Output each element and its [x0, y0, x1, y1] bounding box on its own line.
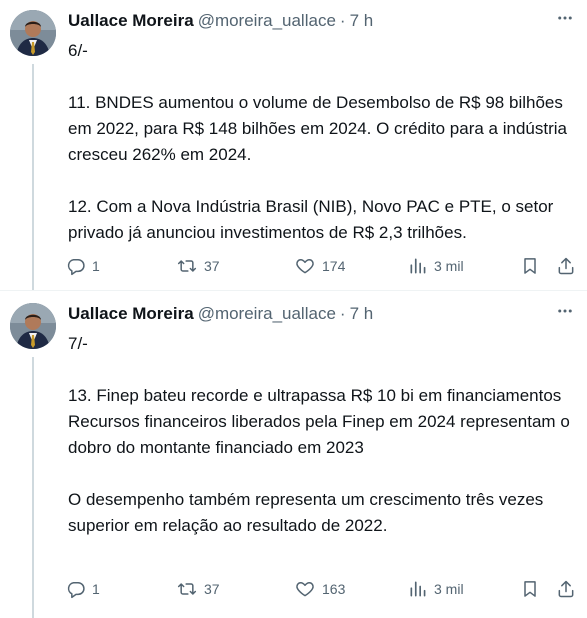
- author-name[interactable]: Uallace Moreira: [68, 11, 194, 31]
- tweet-header: Uallace Moreira @moreira_uallace · 7 h: [68, 9, 587, 33]
- bookmark-button[interactable]: [520, 576, 540, 602]
- bookmark-button[interactable]: [520, 253, 540, 279]
- tweet-timestamp[interactable]: 7 h: [350, 304, 374, 324]
- tweet-text: 6/- 11. BNDES aumentou o volume de Desem…: [68, 38, 578, 246]
- retweet-icon: [177, 583, 197, 595]
- retweet-button[interactable]: 37: [176, 253, 220, 279]
- retweet-count: 37: [204, 581, 220, 597]
- tweet-paragraph: 11. BNDES aumentou o volume de Desembols…: [68, 93, 567, 164]
- reply-count: 1: [92, 258, 100, 274]
- tweet-timestamp[interactable]: 7 h: [350, 11, 374, 31]
- like-count: 163: [322, 581, 346, 597]
- views-count: 3 mil: [434, 258, 464, 274]
- share-icon: [558, 580, 574, 598]
- views-icon: [410, 581, 426, 597]
- author-name[interactable]: Uallace Moreira: [68, 304, 194, 324]
- avatar[interactable]: [10, 303, 56, 349]
- reply-icon: [67, 582, 85, 599]
- like-button[interactable]: 174: [294, 253, 345, 279]
- tweet-actions: 1 37 163 3 mil: [66, 576, 584, 602]
- views-button[interactable]: 3 mil: [408, 253, 464, 279]
- reply-button[interactable]: 1: [66, 576, 100, 602]
- heart-icon: [296, 582, 314, 597]
- retweet-button[interactable]: 37: [176, 576, 220, 602]
- tweet[interactable]: Uallace Moreira @moreira_uallace · 7 h 6…: [0, 0, 587, 290]
- retweet-count: 37: [204, 258, 220, 274]
- tweet-text: 7/- 13. Finep bateu recorde e ultrapassa…: [68, 331, 578, 539]
- tweet-paragraph: 12. Com a Nova Indústria Brasil (NIB), N…: [68, 197, 554, 242]
- tweet[interactable]: Uallace Moreira @moreira_uallace · 7 h 7…: [0, 293, 587, 618]
- like-button[interactable]: 163: [294, 576, 345, 602]
- tweet-paragraph: 13. Finep bateu recorde e ultrapassa R$ …: [68, 386, 570, 457]
- separator-dot: ·: [339, 11, 346, 30]
- separator-dot: ·: [339, 304, 346, 323]
- share-button[interactable]: [556, 253, 576, 279]
- views-button[interactable]: 3 mil: [408, 576, 464, 602]
- bookmark-icon: [524, 581, 536, 597]
- timeline: Uallace Moreira @moreira_uallace · 7 h 6…: [0, 0, 587, 618]
- thread-line: [32, 357, 34, 618]
- reply-button[interactable]: 1: [66, 253, 100, 279]
- share-button[interactable]: [556, 576, 576, 602]
- tweet-divider: [0, 290, 587, 291]
- more-options-icon[interactable]: [555, 8, 575, 28]
- views-icon: [410, 258, 426, 274]
- tweet-actions: 1 37 174 3 mil: [66, 253, 584, 279]
- author-handle[interactable]: @moreira_uallace: [198, 304, 336, 324]
- like-count: 174: [322, 258, 346, 274]
- thread-line: [32, 64, 34, 290]
- retweet-icon: [177, 260, 197, 272]
- share-icon: [558, 257, 574, 275]
- tweet-paragraph: 6/-: [68, 41, 88, 60]
- more-options-icon[interactable]: [555, 301, 575, 321]
- bookmark-icon: [524, 258, 536, 274]
- reply-count: 1: [92, 581, 100, 597]
- tweet-header: Uallace Moreira @moreira_uallace · 7 h: [68, 302, 587, 326]
- heart-icon: [296, 259, 314, 274]
- tweet-paragraph: 7/-: [68, 334, 88, 353]
- avatar[interactable]: [10, 10, 56, 56]
- tweet-paragraph: O desempenho também representa um cresci…: [68, 490, 544, 535]
- reply-icon: [67, 259, 85, 276]
- views-count: 3 mil: [434, 581, 464, 597]
- author-handle[interactable]: @moreira_uallace: [198, 11, 336, 31]
